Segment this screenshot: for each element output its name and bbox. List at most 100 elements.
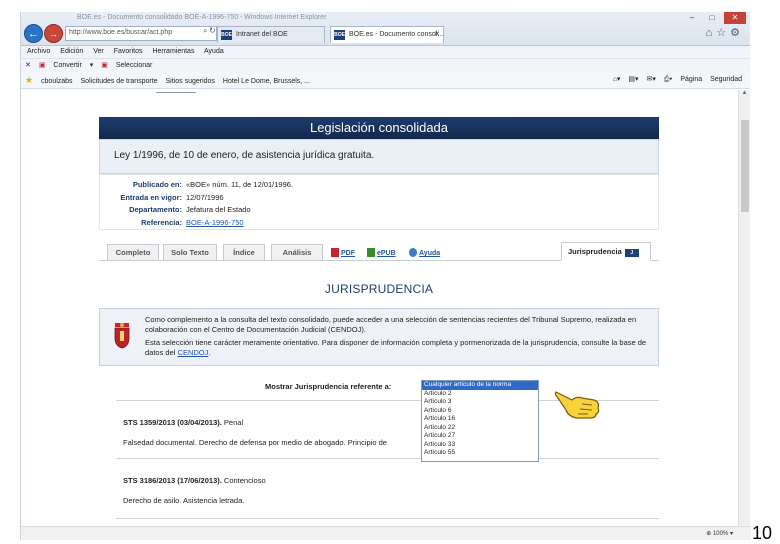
feeds-icon[interactable]: ▤▾ — [628, 76, 638, 83]
meta-key: Referencia: — [141, 217, 182, 227]
favorite-link[interactable]: Hotel Le Dome, Brussels, ... — [223, 78, 310, 85]
forward-button[interactable]: → — [44, 24, 63, 43]
tab-solo-texto[interactable]: Solo Texto — [163, 244, 217, 261]
menu-ayuda[interactable]: Ayuda — [204, 48, 224, 55]
tab-label: Jurisprudencia — [568, 247, 622, 256]
home-icon[interactable]: ⌂▾ — [613, 76, 621, 83]
select-option[interactable]: Cualquier artículo de la norma — [422, 381, 538, 390]
select-button[interactable]: Seleccionar — [116, 62, 153, 69]
info-text-2: Esta selección tiene carácter meramente … — [145, 338, 647, 357]
close-tab-icon[interactable]: ✕ — [434, 30, 440, 38]
page-menu[interactable]: Página — [680, 76, 702, 83]
tab-label: BOE.es - Documento consol... — [349, 31, 444, 38]
select-option[interactable]: Artículo 2 — [422, 390, 538, 399]
tab-boe-document[interactable]: BOE BOE.es - Documento consol... ✕ — [330, 26, 444, 43]
search-icon[interactable]: ⌕ — [203, 26, 207, 36]
divider — [116, 458, 659, 459]
pdf-icon: ▣ — [38, 62, 46, 69]
menu-edicion[interactable]: Edición — [60, 48, 83, 55]
gear-icon[interactable]: ⚙ — [730, 27, 744, 39]
divider — [156, 92, 196, 95]
browser-right-icons: ⌂☆⚙ — [706, 26, 744, 39]
browser-window: BOE.es - Documento consolidado BOE-A-199… — [20, 12, 751, 540]
select-option[interactable]: Artículo 27 — [422, 432, 538, 441]
meta-value: Jefatura del Estado — [186, 205, 251, 214]
tab-analisis[interactable]: Análisis — [271, 244, 323, 261]
status-bar: ⊕ 100% ▾ — [21, 526, 751, 540]
select-option[interactable]: Artículo 16 — [422, 415, 538, 424]
maximize-button[interactable]: □ — [702, 12, 722, 24]
favorites-bar: ★ cboulzabs Solicitudes de transporte Si… — [21, 72, 750, 89]
result-description: Falsedad documental. Derecho de defensa … — [123, 438, 387, 447]
epub-link[interactable]: ePUB — [367, 248, 396, 257]
select-option[interactable]: Artículo 55 — [422, 449, 538, 458]
menu-ver[interactable]: Ver — [93, 48, 104, 55]
tab-intranet[interactable]: BOE Intranet del BOE — [217, 26, 325, 43]
scroll-up-icon[interactable]: ▲ — [739, 90, 750, 96]
refresh-icon[interactable]: ↻ — [209, 26, 216, 35]
zoom-level[interactable]: 100% — [713, 531, 728, 537]
favorite-link[interactable]: Sitios sugeridos — [166, 78, 215, 85]
result-title[interactable]: STS 3186/2013 (17/06/2013). Contencioso — [123, 476, 266, 485]
epub-icon — [367, 248, 375, 257]
tab-completo[interactable]: Completo — [107, 244, 159, 261]
metadata-block: Publicado en: «BOE» núm. 11, de 12/01/199… — [99, 174, 659, 230]
tab-jurisprudencia[interactable]: Jurisprudencia J — [561, 242, 651, 261]
boe-favicon-icon: BOE — [334, 30, 345, 40]
article-select-list[interactable]: Cualquier artículo de la norma Artículo … — [421, 380, 539, 462]
pdf-link[interactable]: PDF — [331, 248, 355, 257]
close-window-button[interactable]: ✕ — [724, 12, 746, 24]
home-icon[interactable]: ⌂ — [706, 27, 717, 39]
jurisprudence-icon: J — [624, 249, 639, 257]
tab-label: Intranet del BOE — [236, 31, 288, 38]
filter-label: Mostrar Jurisprudencia referente a: — [265, 382, 392, 391]
security-menu[interactable]: Seguridad — [710, 76, 742, 83]
address-bar[interactable]: http://www.boe.es/buscar/act.php — [65, 26, 217, 41]
law-title: Ley 1/1996, de 10 de enero, de asistenci… — [99, 139, 659, 174]
select-option[interactable]: Artículo 3 — [422, 398, 538, 407]
close-toolbar-icon[interactable]: ✕ — [25, 62, 31, 69]
divider — [116, 518, 659, 519]
cendoj-link[interactable]: CENDOJ — [178, 348, 209, 357]
minimize-button[interactable]: – — [682, 12, 702, 24]
page-title: Legislación consolidada — [99, 117, 659, 139]
favorites-star-icon[interactable]: ★ — [25, 75, 33, 85]
back-button[interactable]: ← — [24, 24, 43, 43]
help-icon — [409, 248, 417, 257]
info-box: Como complemento a la consulta del texto… — [99, 308, 659, 366]
favorite-link[interactable]: Solicitudes de transporte — [81, 78, 158, 85]
reference-link[interactable]: BOE-A-1996-750 — [186, 218, 244, 227]
result-description: Derecho de asilo. Asistencia letrada. — [123, 496, 245, 505]
vertical-scrollbar[interactable]: ▲ — [738, 90, 750, 526]
menu-bar: Archivo Edición Ver Favoritos Herramient… — [21, 46, 750, 59]
meta-key: Publicado en: — [132, 180, 182, 189]
cendoj-crest-icon — [114, 323, 130, 349]
title-bar: BOE.es - Documento consolidado BOE-A-199… — [21, 12, 750, 46]
select-option[interactable]: Artículo 33 — [422, 441, 538, 450]
tab-indice[interactable]: Índice — [223, 244, 265, 261]
menu-herramientas[interactable]: Herramientas — [152, 48, 194, 55]
meta-value: «BOE» núm. 11, de 12/01/1996. — [186, 180, 294, 189]
favorites-star-icon[interactable]: ☆ — [716, 27, 730, 39]
command-bar: ⌂▾ ▤▾ ✉▾ ⎙▾ Página Seguridad — [607, 75, 742, 84]
info-text: Como complemento a la consulta del texto… — [145, 315, 637, 334]
page-content: Legislación consolidada Ley 1/1996, de 1… — [21, 90, 737, 535]
help-link[interactable]: Ayuda — [409, 248, 440, 257]
meta-row: Entrada en vigor: 12/07/1996 — [100, 193, 658, 206]
menu-favoritos[interactable]: Favoritos — [114, 48, 143, 55]
select-icon: ▣ — [101, 62, 108, 69]
scroll-thumb[interactable] — [741, 120, 749, 212]
print-icon[interactable]: ⎙▾ — [664, 76, 673, 83]
section-title: JURISPRUDENCIA — [324, 282, 434, 296]
meta-key: Departamento: — [129, 205, 182, 214]
boe-favicon-icon: BOE — [221, 30, 232, 40]
convert-button[interactable]: Convertir — [53, 62, 81, 69]
select-option[interactable]: Artículo 22 — [422, 424, 538, 433]
mail-icon[interactable]: ✉▾ — [646, 76, 655, 83]
convert-toolbar: ✕ ▣ Convertir ▾ ▣ Seleccionar — [21, 59, 750, 72]
select-option[interactable]: Artículo 6 — [422, 407, 538, 416]
favorite-link[interactable]: cboulzabs — [41, 78, 73, 85]
menu-archivo[interactable]: Archivo — [27, 48, 50, 55]
dropdown-icon[interactable]: ▾ — [90, 62, 94, 69]
result-title[interactable]: STS 1359/2013 (03/04/2013). Penal — [123, 418, 243, 427]
